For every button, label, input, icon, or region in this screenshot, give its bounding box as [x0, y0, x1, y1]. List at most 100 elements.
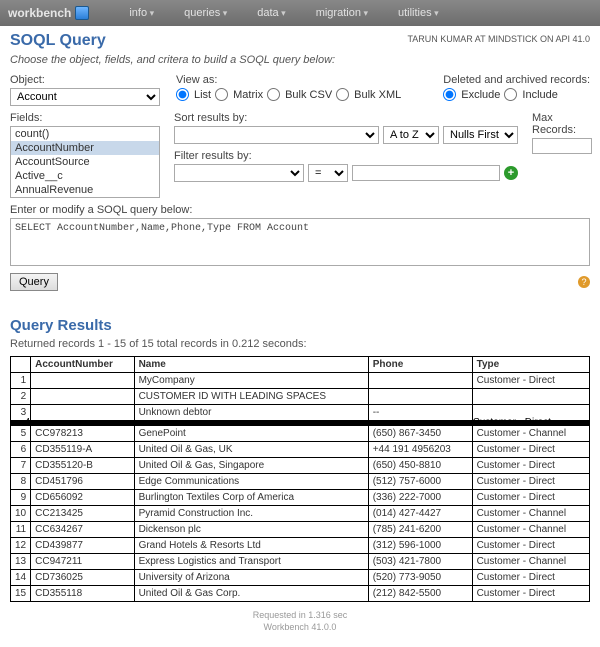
table-cell: (520) 773-9050 [368, 570, 472, 586]
table-cell: University of Arizona [134, 570, 368, 586]
menu-migration[interactable]: migration [316, 7, 368, 19]
viewas-label: View as: [176, 74, 429, 86]
table-cell: 7 [11, 458, 31, 474]
table-cell: Customer - Direct [472, 490, 589, 506]
table-cell: (512) 757-6000 [368, 474, 472, 490]
table-cell: (312) 596-1000 [368, 538, 472, 554]
table-cell: United Oil & Gas Corp. [134, 586, 368, 602]
footer-version: Workbench 41.0.0 [10, 622, 590, 634]
table-cell: CD355118 [31, 586, 134, 602]
field-opt-accountnumber[interactable]: AccountNumber [11, 141, 159, 155]
object-select[interactable]: Account [10, 88, 160, 106]
filter-field-select[interactable] [174, 164, 304, 182]
col-phone: Phone [368, 357, 472, 373]
menu-info[interactable]: info [129, 7, 154, 19]
maxrec-input[interactable] [532, 138, 592, 154]
viewas-matrix-radio[interactable] [215, 88, 228, 101]
query-textarea[interactable]: SELECT AccountNumber,Name,Phone,Type FRO… [10, 218, 590, 266]
menu-queries[interactable]: queries [184, 7, 227, 19]
filter-label: Filter results by: [174, 150, 518, 162]
filter-value-input[interactable] [352, 165, 500, 181]
table-cell: 6 [11, 442, 31, 458]
viewas-group: List Matrix Bulk CSV Bulk XML [176, 88, 429, 101]
field-opt-annualrevenue[interactable]: AnnualRevenue [11, 183, 159, 197]
table-row: 2 CUSTOMER ID WITH LEADING SPACES [11, 389, 590, 405]
table-cell: CD736025 [31, 570, 134, 586]
table-cell: CD355120-B [31, 458, 134, 474]
object-label: Object: [10, 74, 162, 86]
table-cell: Edge Communications [134, 474, 368, 490]
table-cell: 9 [11, 490, 31, 506]
add-filter-icon[interactable]: + [504, 166, 518, 180]
table-cell: Burlington Textiles Corp of America [134, 490, 368, 506]
table-cell: CD439877 [31, 538, 134, 554]
menu-data[interactable]: data [257, 7, 285, 19]
col-accountnumber: AccountNumber [31, 357, 134, 373]
field-opt-billingaddress[interactable]: BillingAddress [11, 197, 159, 198]
table-cell: GenePoint [134, 426, 368, 442]
page-subtitle: Choose the object, fields, and critera t… [10, 54, 590, 66]
table-cell: 15 [11, 586, 31, 602]
table-cell: Customer - Channel [472, 522, 589, 538]
field-opt-accountsource[interactable]: AccountSource [11, 155, 159, 169]
table-cell: Unknown debtor [134, 405, 368, 421]
table-cell [472, 389, 589, 405]
table-cell: Customer - Channel [472, 554, 589, 570]
table-cell: (503) 421-7800 [368, 554, 472, 570]
sort-nulls-select[interactable]: Nulls First [443, 126, 518, 144]
filter-op-select[interactable]: = [308, 164, 348, 182]
table-cell: CD355119-A [31, 442, 134, 458]
table-cell: CC978213 [31, 426, 134, 442]
sort-field-select[interactable] [174, 126, 379, 144]
table-cell: Express Logistics and Transport [134, 554, 368, 570]
brand-label: workbench [8, 6, 71, 20]
help-icon[interactable]: ? [578, 276, 590, 288]
table-cell: (650) 450-8810 [368, 458, 472, 474]
footer: Requested in 1.316 sec Workbench 41.0.0 [10, 610, 590, 633]
maxrec-label: Max Records: [532, 112, 592, 136]
table-row: 14CD736025University of Arizona(520) 773… [11, 570, 590, 586]
table-cell: Customer - Direct [472, 373, 589, 389]
footer-time: Requested in 1.316 sec [10, 610, 590, 622]
fields-listbox[interactable]: count() AccountNumber AccountSource Acti… [10, 126, 160, 198]
menu-utilities[interactable]: utilities [398, 7, 439, 19]
table-cell: 14 [11, 570, 31, 586]
table-cell: Pyramid Construction Inc. [134, 506, 368, 522]
viewas-bulkcsv-radio[interactable] [267, 88, 280, 101]
col-type: Type [472, 357, 589, 373]
table-cell: (785) 241-6200 [368, 522, 472, 538]
table-cell: (336) 222-7000 [368, 490, 472, 506]
field-opt-active[interactable]: Active__c [11, 169, 159, 183]
table-cell: Customer - Channel [472, 506, 589, 522]
results-title: Query Results [10, 317, 590, 334]
fields-label: Fields: [10, 112, 160, 124]
deleted-exclude-label: Exclude [461, 89, 500, 101]
menu-bar: info queries data migration utilities [129, 7, 438, 19]
table-row: 1MyCompanyCustomer - Direct [11, 373, 590, 389]
table-row: 12CD439877Grand Hotels & Resorts Ltd(312… [11, 538, 590, 554]
viewas-list-radio[interactable] [176, 88, 189, 101]
deleted-include-radio[interactable] [504, 88, 517, 101]
deleted-label: Deleted and archived records: [443, 74, 590, 86]
table-cell: -- [368, 405, 472, 421]
sort-direction-select[interactable]: A to Z [383, 126, 439, 144]
table-cell: 1 [11, 373, 31, 389]
viewas-bulkxml-radio[interactable] [336, 88, 349, 101]
table-cell: Customer - Direct [472, 586, 589, 602]
deleted-exclude-radio[interactable] [443, 88, 456, 101]
deleted-include-label: Include [522, 89, 557, 101]
query-button[interactable]: Query [10, 273, 58, 291]
col-blank [11, 357, 31, 373]
table-cell: (212) 842-5500 [368, 586, 472, 602]
table-cell: United Oil & Gas, UK [134, 442, 368, 458]
table-row: 8CD451796Edge Communications(512) 757-60… [11, 474, 590, 490]
table-cell: CC213425 [31, 506, 134, 522]
field-opt-count[interactable]: count() [11, 127, 159, 141]
page-title: SOQL Query [10, 32, 106, 50]
table-cell: CD656092 [31, 490, 134, 506]
col-name: Name [134, 357, 368, 373]
table-cell: 2 [11, 389, 31, 405]
table-cell: CUSTOMER ID WITH LEADING SPACES [134, 389, 368, 405]
table-row: 15CD355118United Oil & Gas Corp.(212) 84… [11, 586, 590, 602]
cube-icon [75, 6, 89, 20]
